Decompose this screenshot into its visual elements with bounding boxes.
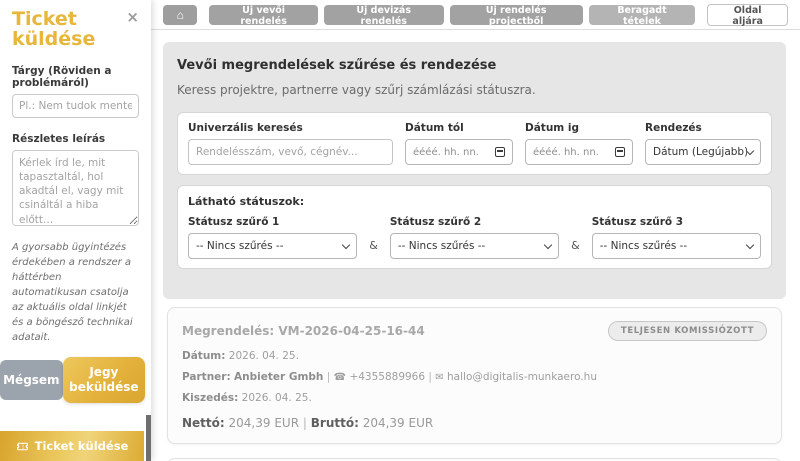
ticket-widget-label: Ticket küldése <box>34 439 129 453</box>
main-area: ⌂ Új vevői rendelés Új devizás rendelés … <box>151 0 800 461</box>
new-order-from-project-button[interactable]: Új rendelés projectből <box>449 4 583 27</box>
sidebar-scrollbar[interactable] <box>146 415 151 461</box>
ticket-panel-title: Ticket küldése <box>12 8 96 50</box>
phone-icon: ☎ <box>333 372 347 383</box>
order-date-value: 2026. 04. 25. <box>228 350 299 362</box>
filter-panel: Vevői megrendelések szűrése és rendezése… <box>163 42 786 299</box>
order-pick-value: 2026. 04. 25. <box>241 392 312 404</box>
details-label: Részletes leírás <box>12 132 106 145</box>
status-filter-1-label: Státusz szűrő 1 <box>188 216 280 228</box>
status-joiner: & <box>369 239 378 252</box>
order-net-value: 204,39 EUR <box>228 416 300 430</box>
order-gross-label: Bruttó: <box>310 416 359 430</box>
order-email-link[interactable]: hallo@digitalis-munkaero.hu <box>447 371 597 383</box>
order-partner-label: Partner: <box>182 371 231 383</box>
new-currency-order-button[interactable]: Új devizás rendelés <box>323 4 444 27</box>
status-joiner: & <box>571 239 580 252</box>
date-to-input[interactable]: éééé. hh. nn. <box>525 139 633 165</box>
filter-panel-title: Vevői megrendelések szűrése és rendezése <box>177 58 497 73</box>
status-filter-2-label: Státusz szűrő 2 <box>389 216 482 228</box>
order-pick-row: Kiszedés: 2026. 04. 25. <box>182 392 767 404</box>
date-to-label: Dátum ig <box>525 122 580 134</box>
separator: | <box>302 416 307 430</box>
visible-statuses-label: Látható státuszok: <box>188 195 305 208</box>
calendar-icon[interactable] <box>495 147 505 157</box>
universal-search-input[interactable] <box>188 139 393 165</box>
status-filter-3-group: Státusz szűrő 3 -- Nincs szűrés -- <box>591 216 761 259</box>
date-from-placeholder: éééé. hh. nn. <box>413 146 479 158</box>
sort-selected-value: Dátum (Legújabb) <box>653 146 747 158</box>
date-from-group: Dátum tól éééé. hh. nn. <box>405 122 513 165</box>
order-gross-value: 204,39 EUR <box>362 416 434 430</box>
order-phone-link[interactable]: +4355889966 <box>349 371 425 383</box>
chevron-down-icon <box>543 240 553 249</box>
search-filter-card: Univerzális keresés Dátum tól éééé. hh. … <box>177 112 772 175</box>
order-partner-name: Anbieter Gmbh <box>234 371 324 383</box>
status-filter-3-label: Státusz szűrő 3 <box>591 216 684 228</box>
universal-search-group: Univerzális keresés <box>188 122 393 165</box>
ticket-icon <box>16 440 29 453</box>
order-card: Megrendelés: VM-2026-04-25-16-44 TELJESE… <box>167 307 782 444</box>
auto-attach-note: A gyorsabb ügyintézés érdekében a rendsz… <box>12 241 133 343</box>
separator: | <box>326 371 331 383</box>
new-customer-order-button[interactable]: Új vevői rendelés <box>209 4 318 27</box>
sort-label: Rendezés <box>645 122 702 134</box>
date-from-input[interactable]: éééé. hh. nn. <box>405 139 513 165</box>
chevron-down-icon <box>745 146 755 155</box>
filter-panel-subtitle: Keress projektre, partnerre vagy szűrj s… <box>177 83 536 97</box>
chevron-down-icon <box>745 240 755 249</box>
content: Vevői megrendelések szűrése és rendezése… <box>151 30 800 461</box>
home-icon: ⌂ <box>176 7 184 22</box>
date-to-group: Dátum ig éééé. hh. nn. <box>525 122 633 165</box>
cancel-button[interactable]: Mégsem <box>0 359 63 400</box>
order-status-badge: TELJESEN KOMISSIÓZOTT <box>607 321 767 341</box>
status-filter-1-value: -- Nincs szűrés -- <box>196 240 284 252</box>
details-textarea[interactable] <box>12 149 139 226</box>
status-filter-1-select[interactable]: -- Nincs szűrés -- <box>188 233 358 259</box>
status-filter-3-select[interactable]: -- Nincs szűrés -- <box>591 233 761 259</box>
universal-search-label: Univerzális keresés <box>188 122 303 134</box>
date-from-label: Dátum tól <box>405 122 464 134</box>
status-filter-card: Látható státuszok: Státusz szűrő 1 -- Ni… <box>177 185 772 269</box>
ticket-sidebar: Ticket küldése × Tárgy (Röviden a problé… <box>0 0 151 461</box>
ticket-panel-header: Ticket küldése × <box>12 8 139 50</box>
order-date-row: Dátum: 2026. 04. 25. <box>182 350 767 362</box>
sort-group: Rendezés Dátum (Legújabb) <box>645 122 761 165</box>
page-bottom-button[interactable]: Oldal aljára <box>707 3 789 27</box>
status-filter-3-value: -- Nincs szűrés -- <box>599 240 688 252</box>
home-button[interactable]: ⌂ <box>163 4 198 25</box>
order-totals-row: Nettó: 204,39 EUR | Bruttó: 204,39 EUR <box>182 416 767 430</box>
order-net-label: Nettó: <box>182 416 225 430</box>
status-filter-2-group: Státusz szűrő 2 -- Nincs szűrés -- <box>389 216 560 259</box>
close-icon[interactable]: × <box>126 8 139 26</box>
date-to-placeholder: éééé. hh. nn. <box>533 146 599 158</box>
status-filter-2-value: -- Nincs szűrés -- <box>397 240 486 252</box>
email-icon: ✉ <box>435 372 444 383</box>
separator: | <box>428 371 432 383</box>
order-date-label: Dátum: <box>182 350 226 362</box>
submit-ticket-button[interactable]: Jegy beküldése <box>62 356 145 403</box>
calendar-icon[interactable] <box>615 147 625 157</box>
ticket-panel-actions: Mégsem Jegy beküldése <box>0 356 151 403</box>
app: Ticket küldése × Tárgy (Röviden a problé… <box>0 0 800 461</box>
status-filter-2-select[interactable]: -- Nincs szűrés -- <box>389 233 560 259</box>
subject-label: Tárgy (Röviden a problémáról) <box>12 64 112 89</box>
ticket-widget-button[interactable]: Ticket küldése <box>0 431 144 461</box>
order-title: Megrendelés: VM-2026-04-25-16-44 <box>182 324 425 338</box>
subject-input[interactable] <box>12 93 139 118</box>
stuck-items-button[interactable]: Beragadt tételek <box>588 4 696 27</box>
sort-select[interactable]: Dátum (Legújabb) <box>645 139 761 165</box>
toolbar: ⌂ Új vevői rendelés Új devizás rendelés … <box>151 0 800 30</box>
order-pick-label: Kiszedés: <box>182 392 239 404</box>
order-partner-row: Partner: Anbieter Gmbh | ☎ +4355889966 |… <box>182 371 767 383</box>
chevron-down-icon <box>342 240 351 249</box>
status-filter-1-group: Státusz szűrő 1 -- Nincs szűrés -- <box>188 216 358 259</box>
